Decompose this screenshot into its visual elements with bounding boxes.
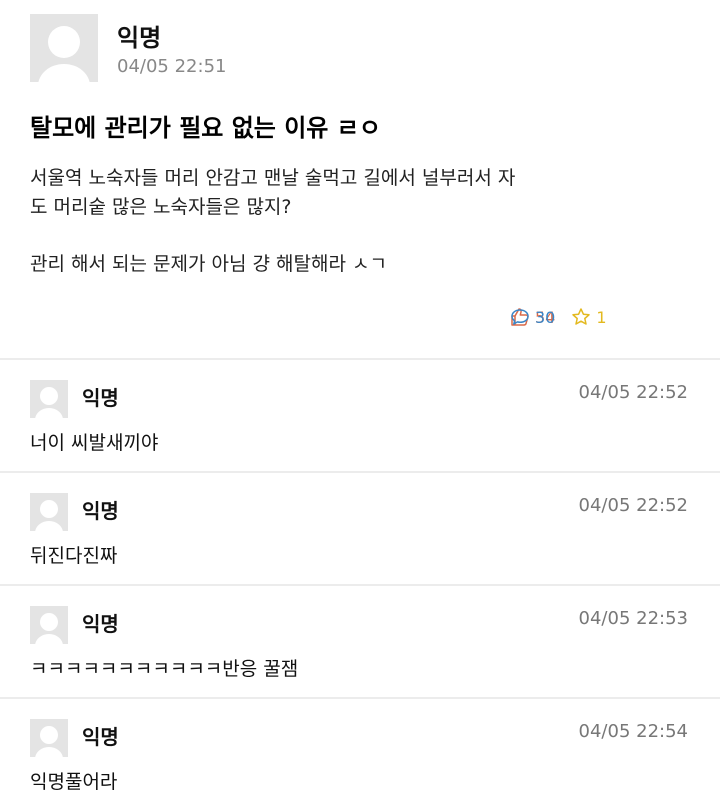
- comment-timestamp: 04/05 22:53: [578, 608, 688, 629]
- comment-timestamp: 04/05 22:54: [578, 721, 688, 742]
- comment-author-avatar[interactable]: [30, 719, 68, 757]
- comment-text: ㅋㅋㅋㅋㅋㅋㅋㅋㅋㅋㅋ반응 꿀잼: [30, 658, 299, 680]
- comment-author-name: 익명: [82, 499, 119, 523]
- comment-timestamp: 04/05 22:52: [578, 495, 688, 516]
- comment-count: 30: [535, 307, 556, 327]
- comment-text: 익명풀어라: [30, 771, 118, 793]
- speech-bubble-icon: [511, 309, 529, 325]
- default-user-icon: [30, 606, 68, 644]
- comment-item: 익명 04/05 22:52 뒤진다진짜: [0, 473, 720, 584]
- comment-author-avatar[interactable]: [30, 606, 68, 644]
- comment-author-name: 익명: [82, 612, 119, 636]
- comment-item: 익명 04/05 22:54 익명풀어라: [0, 699, 720, 802]
- comment-text: 너이 씨발새끼야: [30, 432, 159, 454]
- post: 익명 04/05 22:51 탈모에 관리가 필요 없는 이유 ㄹㅇ 서울역 노…: [0, 0, 720, 358]
- default-user-icon: [30, 380, 68, 418]
- comment-item: 익명 04/05 22:52 너이 씨발새끼야: [0, 360, 720, 471]
- default-user-icon: [30, 719, 68, 757]
- comment-item: 익명 04/05 22:53 ㅋㅋㅋㅋㅋㅋㅋㅋㅋㅋㅋ반응 꿀잼: [0, 586, 720, 697]
- comment-author-name: 익명: [82, 725, 119, 749]
- comment-text: 뒤진다진짜: [30, 545, 118, 567]
- comment-timestamp: 04/05 22:52: [578, 382, 688, 403]
- post-author-name: 익명: [117, 24, 162, 52]
- post-body-line: 도 머리숱 많은 노숙자들은 많지?: [30, 196, 292, 218]
- comment-author-name: 익명: [82, 386, 119, 410]
- comment-count-button[interactable]: 30: [510, 262, 720, 373]
- comment-author-avatar[interactable]: [30, 493, 68, 531]
- post-body-line: 서울역 노숙자들 머리 안감고 맨날 술먹고 길에서 널부러서 자: [30, 167, 516, 189]
- default-user-icon: [30, 493, 68, 531]
- default-user-icon: [30, 14, 98, 82]
- post-timestamp: 04/05 22:51: [117, 56, 227, 77]
- post-author-avatar[interactable]: [30, 14, 98, 82]
- post-title: 탈모에 관리가 필요 없는 이유 ㄹㅇ: [30, 114, 381, 142]
- comment-author-avatar[interactable]: [30, 380, 68, 418]
- post-stats: 54 30 1: [510, 305, 607, 329]
